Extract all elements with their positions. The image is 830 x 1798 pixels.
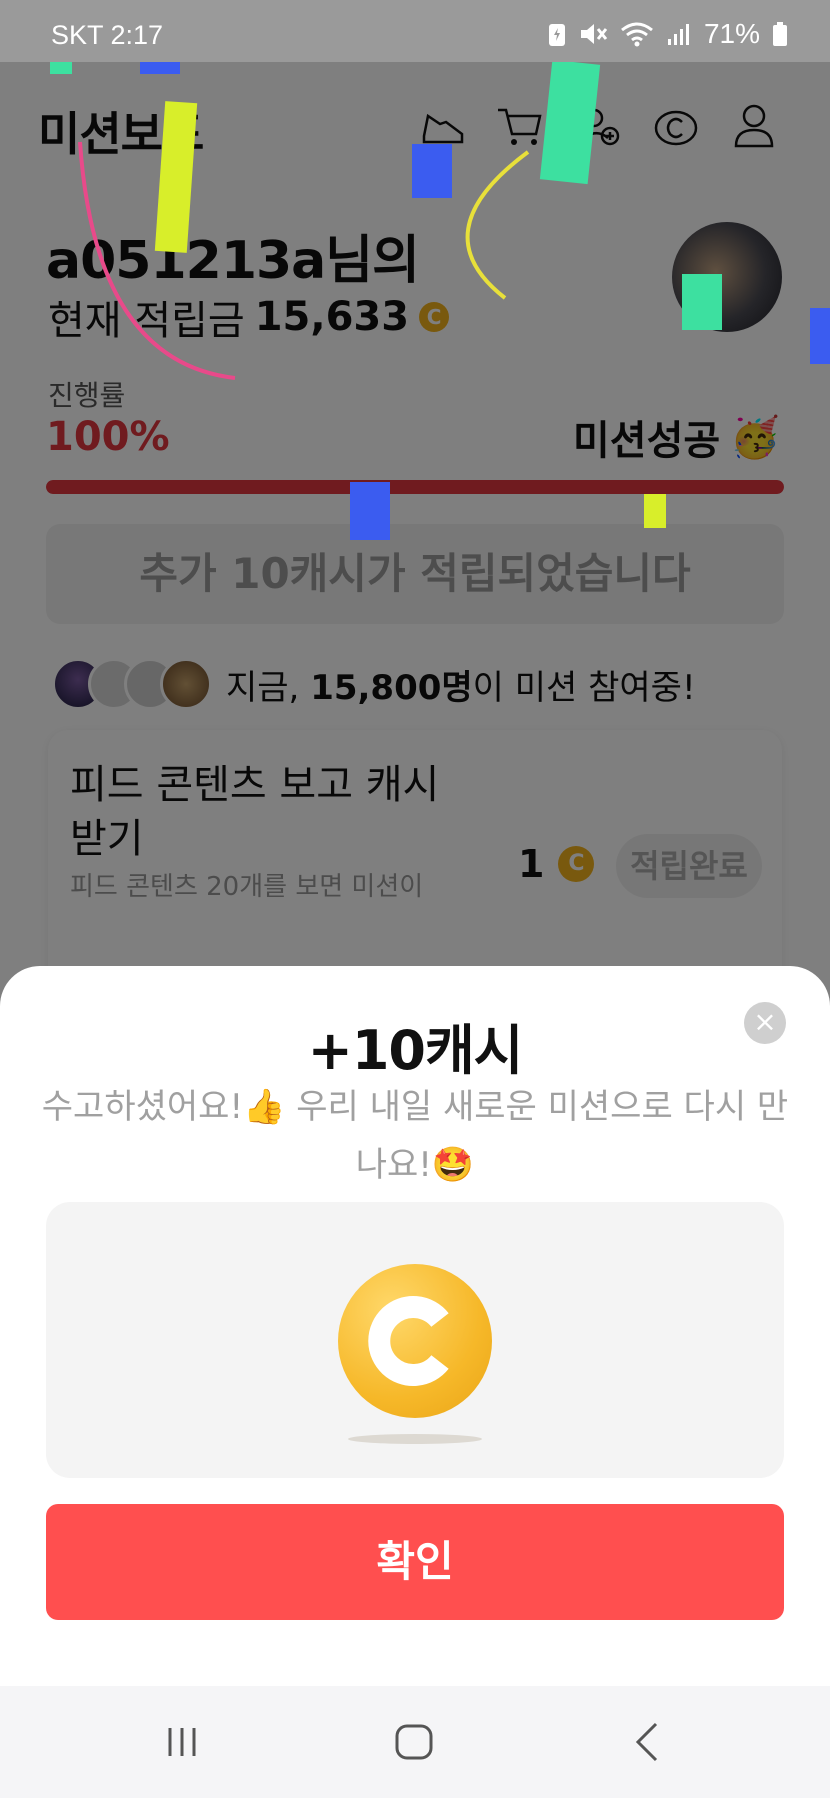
back-icon[interactable] (618, 1712, 678, 1772)
battery-percent: 71% (703, 18, 760, 49)
carrier-time: SKT 2:17 (51, 20, 164, 50)
reward-bottom-sheet: × +10캐시 수고하셨어요!👍 우리 내일 새로운 미션으로 다시 만나요!🤩… (0, 966, 830, 1686)
system-nav-bar (0, 1686, 830, 1798)
mute-icon (580, 24, 608, 44)
wifi-icon (621, 22, 653, 47)
coin-icon (338, 1264, 492, 1418)
recent-apps-icon[interactable] (152, 1712, 212, 1772)
status-bar: SKT 2:17 71% (0, 0, 830, 62)
sheet-message: 수고하셨어요!👍 우리 내일 새로운 미션으로 다시 만나요!🤩 (41, 1087, 789, 1185)
battery-saver-icon (548, 24, 565, 46)
status-icons: 71% (548, 18, 788, 50)
confirm-button[interactable]: 확인 (46, 1504, 784, 1620)
signal-icon (667, 24, 689, 45)
battery-icon (773, 22, 787, 46)
reward-panel (46, 1202, 784, 1478)
coin-shadow (348, 1434, 482, 1444)
sheet-title: +10캐시 (307, 1019, 524, 1082)
home-icon[interactable] (385, 1712, 445, 1772)
